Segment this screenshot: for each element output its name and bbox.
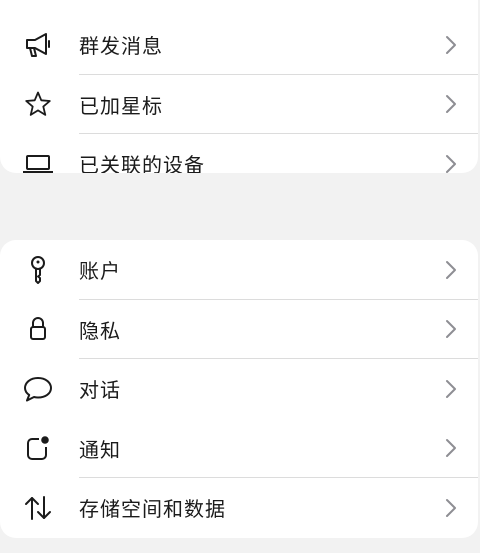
- settings-item-label: 已加星标: [79, 93, 163, 118]
- star-icon: [22, 88, 54, 120]
- settings-item-linked-devices[interactable]: 已关联的设备: [0, 134, 478, 173]
- settings-item-account[interactable]: 账户: [0, 240, 478, 300]
- settings-item-label: 存储空间和数据: [79, 497, 226, 522]
- chevron-right-icon: [444, 438, 458, 458]
- chevron-right-icon: [444, 260, 458, 280]
- settings-screen: 群发消息 已加星标 已关联的设备 账户 隐私 对话 通知 存储空间和数据: [0, 0, 480, 553]
- chevron-right-icon: [444, 319, 458, 339]
- megaphone-icon: [22, 29, 54, 61]
- settings-item-label: 群发消息: [79, 34, 163, 59]
- settings-item-storage-data[interactable]: 存储空间和数据: [0, 478, 478, 538]
- settings-item-broadcast[interactable]: 群发消息: [0, 15, 478, 75]
- settings-group-main: 账户 隐私 对话 通知 存储空间和数据: [0, 240, 478, 538]
- chevron-right-icon: [444, 379, 458, 399]
- settings-item-starred[interactable]: 已加星标: [0, 75, 478, 134]
- chat-bubble-icon: [22, 373, 54, 405]
- chevron-right-icon: [444, 35, 458, 55]
- settings-item-label: 账户: [79, 259, 121, 284]
- chevron-right-icon: [444, 154, 458, 173]
- settings-item-chats[interactable]: 对话: [0, 359, 478, 419]
- lock-icon: [22, 313, 54, 345]
- chevron-right-icon: [444, 94, 458, 114]
- notification-badge-icon: [22, 432, 54, 464]
- settings-item-label: 隐私: [79, 318, 121, 343]
- settings-group-tools: 群发消息 已加星标 已关联的设备: [0, 0, 478, 173]
- up-down-arrows-icon: [22, 492, 54, 524]
- settings-item-privacy[interactable]: 隐私: [0, 300, 478, 359]
- settings-item-label: 对话: [79, 378, 121, 403]
- chevron-right-icon: [444, 498, 458, 518]
- settings-item-label: 已关联的设备: [79, 153, 205, 173]
- laptop-icon: [22, 148, 54, 173]
- settings-item-label: 通知: [79, 437, 121, 462]
- key-icon: [22, 254, 54, 286]
- settings-item-notifications[interactable]: 通知: [0, 419, 478, 478]
